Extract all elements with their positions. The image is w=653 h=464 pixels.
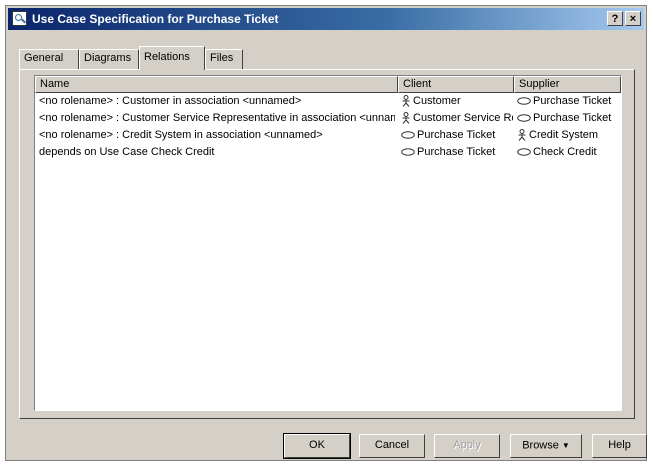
table-row[interactable]: <no rolename> : Credit System in associa… — [35, 128, 621, 145]
client-cell: Purchase Ticket — [401, 146, 513, 158]
usecase-icon — [401, 148, 415, 156]
client-label: Purchase Ticket — [417, 146, 496, 158]
supplier-cell: Credit System — [517, 129, 621, 141]
browse-button[interactable]: Browse ▼ — [510, 434, 582, 458]
browse-label: Browse — [522, 439, 559, 452]
supplier-label: Purchase Ticket — [533, 95, 612, 107]
usecase-icon — [517, 97, 531, 105]
apply-button[interactable]: Apply — [434, 434, 500, 458]
chevron-down-icon: ▼ — [561, 441, 570, 450]
client-cell: Customer — [401, 95, 513, 107]
actor-icon — [401, 95, 411, 107]
relation-name-cell: depends on Use Case Check Credit — [39, 146, 215, 158]
usecase-icon — [517, 148, 531, 156]
table-row[interactable]: depends on Use Case Check Credit Purchase… — [35, 145, 621, 162]
title-bar[interactable]: Use Case Specification for Purchase Tick… — [8, 8, 644, 30]
supplier-cell: Check Credit — [517, 146, 621, 158]
close-button[interactable]: × — [625, 11, 641, 26]
supplier-cell: Purchase Ticket — [517, 95, 621, 107]
client-cell: Customer Service Representative — [401, 112, 513, 124]
actor-icon — [401, 112, 411, 124]
list-header: Name Client Supplier — [35, 76, 621, 93]
cancel-button[interactable]: Cancel — [359, 434, 425, 458]
supplier-cell: Purchase Ticket — [517, 112, 621, 124]
dialog-window: Use Case Specification for Purchase Tick… — [5, 5, 647, 461]
relation-name-cell: <no rolename> : Customer in association … — [39, 95, 302, 107]
tab-files[interactable]: Files — [205, 49, 243, 69]
column-header-client[interactable]: Client — [398, 76, 514, 93]
actor-icon — [517, 129, 527, 141]
relation-name-cell: <no rolename> : Customer Service Represe… — [39, 112, 395, 124]
table-row[interactable]: <no rolename> : Customer Service Represe… — [35, 111, 621, 128]
tab-general[interactable]: General — [19, 49, 79, 69]
help-title-button[interactable]: ? — [607, 11, 623, 26]
supplier-label: Credit System — [529, 129, 599, 141]
usecase-icon — [517, 114, 531, 122]
ok-button[interactable]: OK — [283, 433, 351, 459]
column-header-supplier[interactable]: Supplier — [514, 76, 621, 93]
tab-diagrams[interactable]: Diagrams — [79, 49, 139, 69]
table-row[interactable]: <no rolename> : Customer in association … — [35, 94, 621, 111]
column-header-name[interactable]: Name — [35, 76, 398, 93]
client-label: Customer Service Representative — [413, 112, 513, 124]
client-cell: Purchase Ticket — [401, 129, 513, 141]
client-label: Customer — [413, 95, 461, 107]
relations-list[interactable]: Name Client Supplier <no rolename> : Cus… — [34, 75, 622, 411]
tab-relations[interactable]: Relations — [139, 46, 205, 70]
relation-name-cell: <no rolename> : Credit System in associa… — [39, 129, 323, 141]
help-button[interactable]: Help — [592, 434, 647, 458]
usecase-icon — [401, 131, 415, 139]
app-icon — [12, 11, 27, 26]
client-label: Purchase Ticket — [417, 129, 496, 141]
supplier-label: Purchase Ticket — [533, 112, 612, 124]
supplier-label: Check Credit — [533, 146, 597, 158]
window-title: Use Case Specification for Purchase Tick… — [32, 12, 279, 26]
relations-panel: Name Client Supplier <no rolename> : Cus… — [19, 69, 635, 419]
